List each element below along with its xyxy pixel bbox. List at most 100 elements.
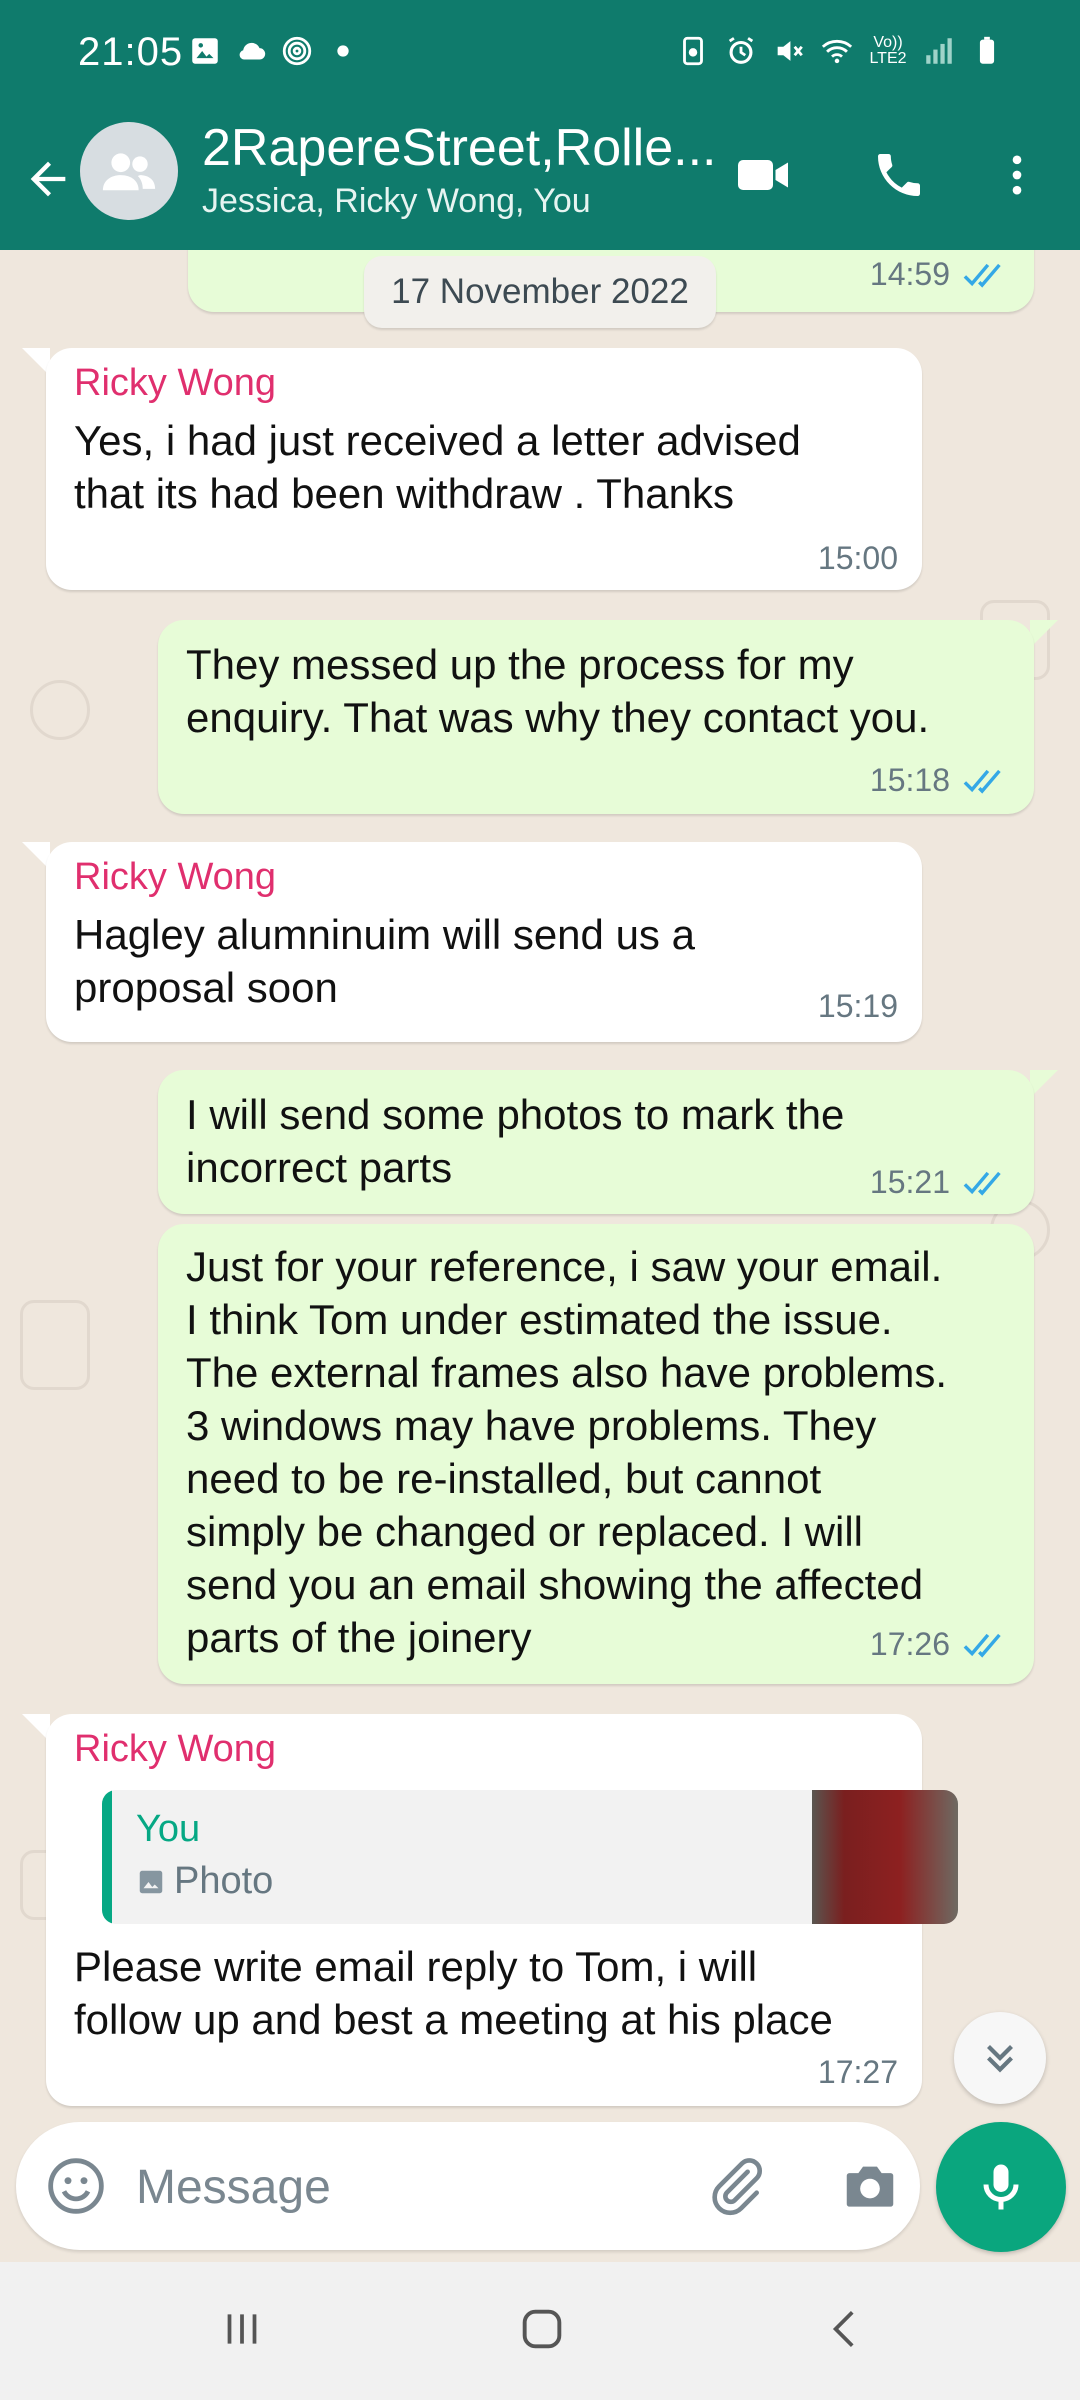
recents-icon: [227, 2314, 257, 2344]
message-line: I think Tom under estimated the issue.: [186, 1296, 893, 1343]
status-right-icons: Vo)) LTE2: [676, 34, 1004, 68]
voice-call-button[interactable]: [864, 140, 934, 210]
message-line: need to be re-installed, but cannot: [186, 1455, 822, 1502]
recents-button[interactable]: [202, 2294, 282, 2364]
message-line: Yes, i had just received a letter advise…: [74, 417, 801, 464]
date-divider: 17 November 2022: [364, 256, 716, 328]
message-line: I will send some photos to mark the: [186, 1091, 845, 1138]
message-text: Yes, i had just received a letter advise…: [74, 414, 801, 520]
dot-icon: [337, 45, 349, 57]
chat-participants[interactable]: Jessica, Ricky Wong, You: [202, 182, 591, 221]
sender-name: Ricky Wong: [74, 362, 277, 404]
message-meta: 15:21: [870, 1164, 1008, 1201]
double-chevron-down-icon: [987, 2045, 1013, 2073]
signal-icon: [926, 38, 952, 64]
video-call-icon: [738, 160, 788, 190]
chat-header: 2RapereStreet,Rolle... Jessica, Ricky Wo…: [0, 110, 1080, 250]
message-line: send you an email showing the affected: [186, 1561, 924, 1608]
message-line: simply be changed or replaced. I will: [186, 1508, 864, 1555]
message-meta: 15:00: [818, 540, 898, 577]
cloud-icon: [239, 42, 266, 60]
image-icon: [192, 38, 218, 64]
message-text: They messed up the process for my enquir…: [186, 638, 929, 744]
group-avatar[interactable]: [80, 122, 178, 220]
quoted-message[interactable]: You Photo: [102, 1790, 958, 1924]
status-left-icons: [188, 34, 360, 68]
message-time: 17:27: [817, 2054, 898, 2090]
alarm-icon: [728, 37, 754, 64]
camera-button[interactable]: [836, 2152, 904, 2220]
message-line: Please write email reply to Tom, i will: [74, 1943, 758, 1990]
message-line: They messed up the process for my: [186, 641, 854, 688]
read-ticks-icon: [963, 769, 1001, 794]
back-button[interactable]: [18, 144, 78, 214]
bubble-tail: [1030, 620, 1058, 648]
home-icon: [522, 2309, 562, 2349]
message-line: enquiry. That was why they contact you.: [186, 694, 930, 741]
message-input[interactable]: Message: [136, 2160, 331, 2215]
message-text: I will send some photos to mark the inco…: [186, 1088, 844, 1194]
message-bubble-incoming[interactable]: Ricky Wong Yes, i had just received a le…: [46, 348, 922, 590]
message-line: 3 windows may have problems. They: [186, 1402, 877, 1449]
chat-area[interactable]: 14:59 17 November 2022 Ricky Wong Yes, i…: [0, 250, 1080, 2120]
fingerprint-icon: [282, 36, 312, 66]
message-line: follow up and best a meeting at his plac…: [74, 1996, 833, 2043]
message-meta: 15:19: [818, 988, 898, 1025]
message-composer: Message: [16, 2122, 920, 2250]
sender-name: Ricky Wong: [74, 1728, 277, 1770]
system-navigation-bar: [0, 2262, 1080, 2400]
sender-name: Ricky Wong: [74, 856, 277, 898]
message-time: 15:19: [817, 988, 898, 1024]
message-line: The external frames also have problems.: [186, 1349, 948, 1396]
group-avatar-icon: [102, 153, 156, 191]
emoji-icon: [48, 2158, 104, 2214]
chat-title[interactable]: 2RapereStreet,Rolle...: [202, 118, 722, 178]
back-nav-button[interactable]: [806, 2294, 886, 2364]
attach-button[interactable]: [702, 2152, 770, 2220]
quote-type: Photo: [136, 1860, 273, 1903]
message-line: Hagley alumninuim will send us a: [74, 911, 695, 958]
message-line: incorrect parts: [186, 1144, 453, 1191]
back-arrow-icon: [30, 161, 66, 197]
quote-author: You: [136, 1808, 201, 1850]
message-meta: 15:18: [870, 762, 1008, 799]
status-time: 21:05: [78, 30, 184, 74]
message-text: Just for your reference, i saw your emai…: [186, 1240, 947, 1664]
phone-icon: [878, 154, 920, 196]
quote-type-label: Photo: [174, 1860, 274, 1902]
scroll-to-bottom-button[interactable]: [954, 2012, 1046, 2104]
wallpaper-doodle: [20, 1300, 90, 1390]
battery-saver-icon: [683, 36, 703, 66]
message-bubble-outgoing[interactable]: They messed up the process for my enquir…: [158, 620, 1034, 814]
message-time: 17:26: [869, 1626, 950, 1662]
message-time: 15:18: [869, 762, 950, 798]
message-text: Please write email reply to Tom, i will …: [74, 1940, 833, 2046]
bubble-tail: [1030, 1070, 1058, 1098]
more-options-button[interactable]: [982, 140, 1052, 210]
quote-accent-bar: [102, 1790, 112, 1924]
message-time: 14:59: [869, 256, 950, 292]
message-meta: 14:59: [870, 256, 1008, 293]
message-time: 15:21: [869, 1164, 950, 1200]
read-ticks-icon: [963, 1633, 1001, 1658]
message-line: Just for your reference, i saw your emai…: [186, 1243, 943, 1290]
voice-message-button[interactable]: [936, 2122, 1066, 2252]
message-bubble-incoming[interactable]: Ricky Wong You Photo Please write email …: [46, 1714, 958, 2106]
camera-icon: [846, 2166, 894, 2207]
battery-icon: [979, 36, 995, 64]
video-call-button[interactable]: [728, 140, 798, 210]
message-line: proposal soon: [74, 964, 338, 1011]
mute-icon: [777, 41, 803, 61]
message-bubble-outgoing[interactable]: I will send some photos to mark the inco…: [158, 1070, 1034, 1214]
message-bubble-incoming[interactable]: Ricky Wong Hagley alumninuim will send u…: [46, 842, 922, 1042]
message-time: 15:00: [817, 540, 898, 576]
attach-icon: [712, 2158, 763, 2216]
message-line: that its had been withdraw . Thanks: [74, 470, 734, 517]
wallpaper-doodle: [30, 680, 90, 740]
emoji-button[interactable]: [42, 2152, 110, 2220]
volte-label: Vo)) LTE2: [869, 34, 907, 67]
home-button[interactable]: [502, 2294, 582, 2364]
photo-icon: [139, 1870, 163, 1893]
message-bubble-outgoing[interactable]: Just for your reference, i saw your emai…: [158, 1224, 1034, 1684]
message-text: Hagley alumninuim will send us a proposa…: [74, 908, 695, 1014]
